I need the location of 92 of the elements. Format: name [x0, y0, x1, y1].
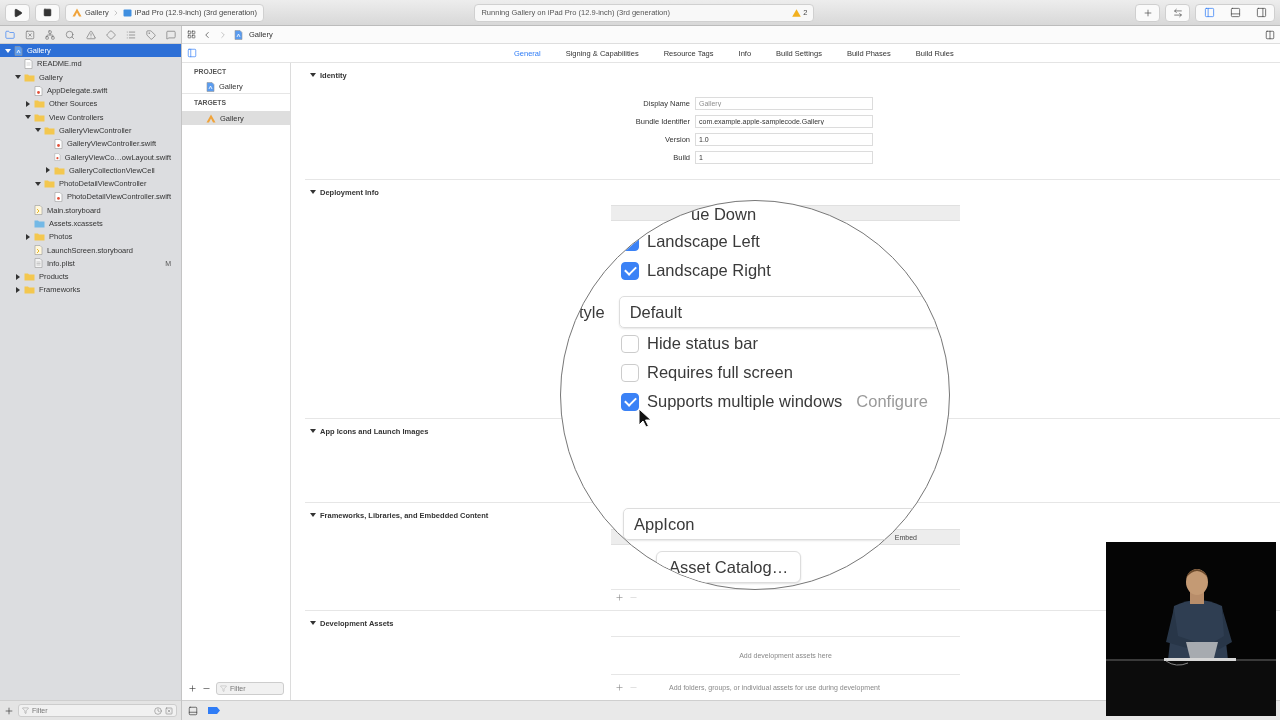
- x-square-icon: [165, 706, 173, 715]
- filter-icon: [220, 685, 227, 692]
- add-icon[interactable]: [615, 682, 624, 692]
- navigator-tab[interactable]: [145, 29, 156, 40]
- add-icon[interactable]: [615, 592, 624, 602]
- run-button[interactable]: [5, 3, 30, 22]
- storyboard-file-icon: [34, 205, 43, 216]
- disclosure-triangle[interactable]: [310, 189, 316, 195]
- tablet-icon: [122, 8, 132, 17]
- x-square-icon: [25, 29, 36, 40]
- add-icon[interactable]: [188, 684, 197, 693]
- app-icon: [206, 113, 216, 123]
- document-icon: [234, 29, 243, 40]
- swift-file-icon: [54, 138, 63, 149]
- play-icon: [12, 7, 23, 18]
- stop-icon: [43, 8, 52, 17]
- disclosure-triangle[interactable]: [15, 273, 21, 280]
- navigator-tab[interactable]: [45, 29, 56, 40]
- folder-icon: [54, 165, 65, 175]
- swift-file-icon: [34, 85, 43, 96]
- disclosure-triangle[interactable]: [25, 233, 31, 240]
- stop-button[interactable]: [35, 3, 60, 22]
- disclosure-triangle[interactable]: [35, 127, 41, 134]
- disclosure-triangle[interactable]: [310, 620, 316, 626]
- checkbox-label: Hide status bar: [647, 334, 758, 353]
- disclosure-triangle[interactable]: [25, 100, 31, 107]
- split-editor-icon[interactable]: [1265, 29, 1275, 40]
- swift-file-icon: [54, 191, 63, 202]
- folder-icon: [24, 72, 35, 82]
- document-icon: [24, 58, 33, 69]
- folder-icon: [34, 99, 45, 109]
- disclosure-triangle[interactable]: [25, 114, 31, 121]
- folder-icon: [34, 112, 45, 122]
- folder-icon: [24, 285, 35, 295]
- checkbox[interactable]: [621, 334, 639, 353]
- hierarchy-icon: [45, 29, 56, 40]
- tag-icon: [145, 29, 156, 40]
- sidebar-toggle-icon[interactable]: [187, 48, 197, 58]
- breakpoint-icon[interactable]: [208, 707, 220, 714]
- navigator-tab[interactable]: [5, 29, 15, 40]
- grid-icon[interactable]: [187, 30, 196, 39]
- app-icon: [72, 8, 82, 17]
- document-icon: [14, 45, 23, 56]
- add-icon[interactable]: [4, 705, 14, 716]
- cursor-icon: [638, 408, 652, 428]
- disclosure-triangle[interactable]: [15, 287, 21, 293]
- navigator-tab[interactable]: [65, 29, 76, 40]
- code-review-button[interactable]: [1165, 3, 1190, 22]
- folder-icon: [44, 179, 55, 189]
- checkbox-label: Supports multiple windows: [647, 392, 843, 411]
- asset-catalog-button[interactable]: Asset Catalog…: [656, 551, 802, 583]
- folder-icon: [24, 272, 35, 282]
- navigator-tab[interactable]: [25, 29, 36, 40]
- disclosure-triangle[interactable]: [310, 72, 316, 78]
- navigator-tab[interactable]: [85, 29, 96, 40]
- disclosure-triangle[interactable]: [15, 74, 21, 81]
- field-label: tyle: [579, 302, 605, 322]
- folder-icon: [34, 232, 45, 242]
- storyboard-file-icon: [34, 245, 43, 256]
- checkbox[interactable]: [621, 261, 639, 280]
- bottom-panel-icon: [1229, 7, 1241, 18]
- option-label: ue Down: [691, 204, 757, 224]
- document-icon: [206, 81, 215, 92]
- clock-icon: [154, 706, 162, 715]
- checkbox-label: Landscape Left: [647, 232, 760, 251]
- search-icon: [65, 29, 76, 40]
- disclosure-triangle[interactable]: [45, 167, 51, 174]
- message-icon: [166, 29, 176, 40]
- folder-icon: [34, 219, 45, 228]
- swift-file-icon: [54, 152, 61, 162]
- filter-icon: [22, 707, 29, 714]
- arrows-icon: [1172, 7, 1183, 18]
- warning-icon: [85, 29, 96, 40]
- document-icon: [34, 258, 43, 269]
- disclosure-triangle[interactable]: [35, 180, 41, 187]
- checkbox[interactable]: [621, 392, 639, 411]
- left-panel-icon: [1203, 7, 1215, 18]
- warning-icon: [792, 8, 802, 17]
- right-panel-icon: [1255, 7, 1267, 18]
- checkbox-label: Requires full screen: [647, 363, 793, 382]
- folder-icon: [44, 125, 55, 135]
- folder-icon: [5, 29, 15, 40]
- checkbox[interactable]: [621, 363, 639, 382]
- checkbox-label: Landscape Right: [647, 261, 771, 280]
- console-icon[interactable]: [188, 705, 198, 716]
- back-icon[interactable]: [202, 29, 212, 40]
- disclosure-triangle[interactable]: [310, 428, 316, 434]
- diamond-icon: [105, 29, 116, 40]
- plus-icon: [1142, 7, 1153, 18]
- list-icon: [125, 29, 136, 40]
- disclosure-triangle[interactable]: [310, 512, 316, 518]
- navigator-tab[interactable]: [166, 29, 176, 40]
